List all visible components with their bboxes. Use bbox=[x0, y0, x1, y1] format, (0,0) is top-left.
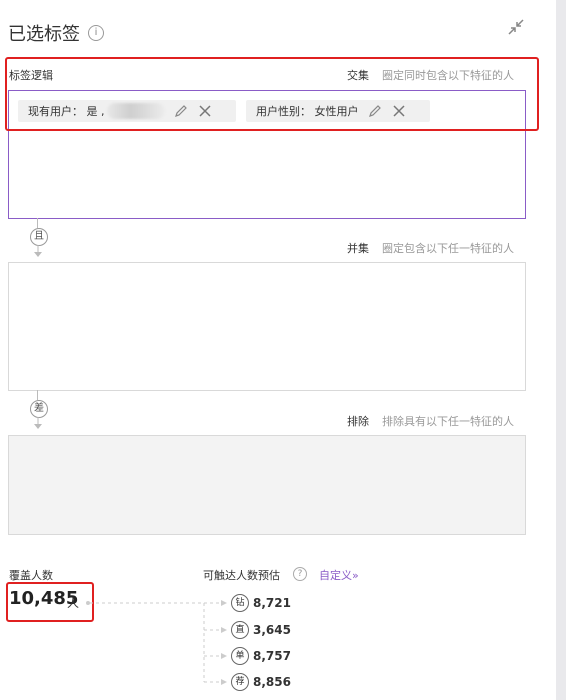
customize-link[interactable]: 自定义» bbox=[319, 567, 359, 583]
collapse-icon[interactable] bbox=[506, 17, 526, 37]
channel-value: 8,856 bbox=[253, 675, 291, 689]
union-hint: 圈定包含以下任一特征的人 bbox=[382, 242, 514, 255]
channel-zuan: 钻 8,721 bbox=[231, 594, 291, 612]
connector-line bbox=[37, 390, 38, 400]
arrow-down-icon bbox=[34, 245, 42, 257]
union-mode: 并集 bbox=[347, 242, 369, 255]
reach-label: 可触达人数预估 bbox=[203, 569, 280, 582]
channel-badge: 单 bbox=[231, 647, 249, 665]
channel-zhi: 直 3,645 bbox=[231, 621, 291, 639]
info-icon[interactable]: i bbox=[88, 25, 104, 41]
channel-value: 8,721 bbox=[253, 596, 291, 610]
arrow-down-icon bbox=[34, 417, 42, 429]
coverage-label: 覆盖人数 bbox=[9, 569, 53, 582]
reach-connector-lines bbox=[86, 600, 227, 685]
channel-dan: 单 8,757 bbox=[231, 647, 291, 665]
minus-connector: 差 bbox=[30, 400, 48, 418]
highlight-outline bbox=[6, 582, 94, 622]
and-connector: 且 bbox=[30, 228, 48, 246]
channel-badge: 荐 bbox=[231, 673, 249, 691]
exclude-dropzone[interactable] bbox=[8, 435, 526, 535]
channel-badge: 钻 bbox=[231, 594, 249, 612]
scrollbar-track[interactable] bbox=[556, 0, 566, 700]
channel-badge: 直 bbox=[231, 621, 249, 639]
channel-jian: 荐 8,856 bbox=[231, 673, 291, 691]
highlight-outline bbox=[5, 57, 539, 131]
exclude-hint: 排除具有以下任一特征的人 bbox=[382, 415, 514, 428]
channel-value: 3,645 bbox=[253, 623, 291, 637]
help-icon[interactable]: ? bbox=[293, 567, 307, 581]
channel-value: 8,757 bbox=[253, 649, 291, 663]
union-dropzone[interactable] bbox=[8, 262, 526, 391]
page-title: 已选标签 bbox=[8, 24, 80, 45]
connector-line bbox=[37, 218, 38, 228]
exclude-mode: 排除 bbox=[347, 415, 369, 428]
